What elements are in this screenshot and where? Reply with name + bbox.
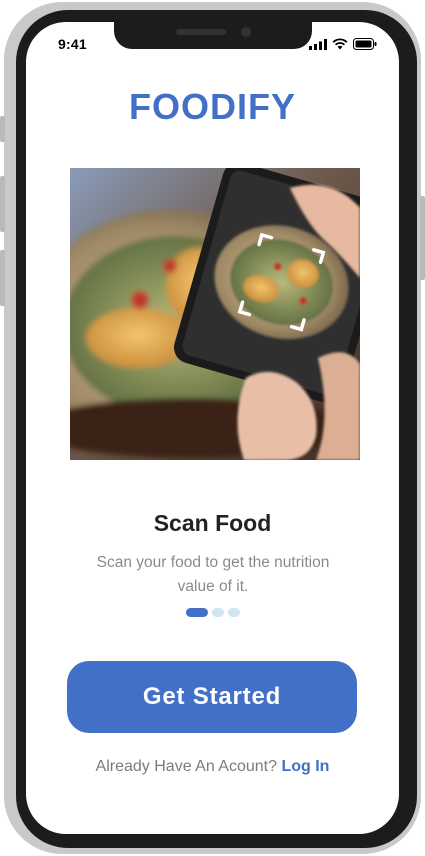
battery-icon — [353, 38, 377, 50]
wifi-icon — [332, 38, 348, 50]
power-button — [420, 196, 425, 280]
get-started-button[interactable]: Get Started — [67, 661, 357, 733]
login-prompt-line: Already Have An Acount? Log In — [26, 758, 399, 776]
speaker-grille — [176, 29, 226, 35]
volume-down-button — [0, 250, 5, 306]
login-prompt-text: Already Have An Acount? — [95, 758, 277, 775]
volume-up-button — [0, 176, 5, 232]
phone-screen: 9:41 FOODIFY Scan Food Scan your food to… — [26, 22, 399, 834]
page-dot[interactable] — [211, 608, 224, 617]
onboarding-heading: Scan Food — [153, 510, 272, 536]
app-title: FOODIFY — [129, 86, 296, 127]
page-dot[interactable] — [227, 608, 240, 617]
page-indicator — [26, 608, 399, 617]
front-camera — [241, 27, 251, 37]
notch — [114, 22, 312, 49]
onboarding-description: Scan your food to get the nutrition valu… — [96, 554, 330, 595]
status-time: 9:41 — [58, 36, 87, 52]
hero-image — [70, 168, 360, 460]
page-dot-active[interactable] — [185, 608, 208, 617]
log-in-link[interactable]: Log In — [281, 758, 329, 775]
status-icons — [309, 38, 377, 50]
signal-icon — [309, 38, 327, 50]
mute-switch — [0, 116, 5, 142]
